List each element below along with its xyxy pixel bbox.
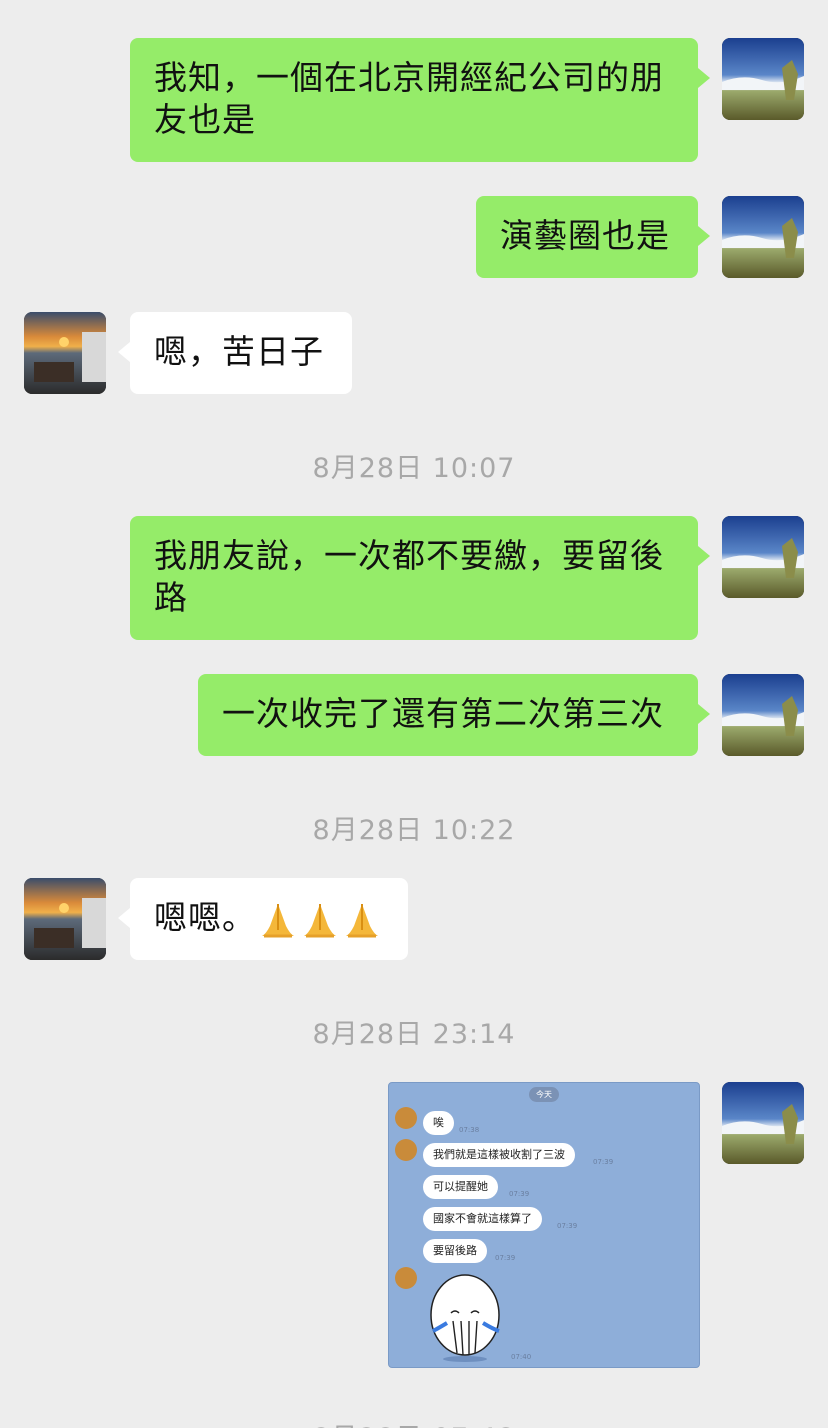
bubble-tail [118,342,130,362]
avatar-self[interactable] [722,516,804,598]
chat-message: 國家不會就這樣算了 [423,1207,542,1231]
contact-avatar [395,1107,417,1129]
folded-hands-emoji [262,903,294,937]
message-text: 演藝圈也是 [500,216,670,255]
message-bubble-other[interactable]: 嗯，苦日子 [118,312,352,394]
message-text: 嗯，苦日子 [154,332,324,371]
message-bubble-self[interactable]: 演藝圈也是 [476,196,710,278]
message-text: 一次收完了還有第二次第三次 [222,694,664,733]
message-time: 07:39 [495,1254,516,1262]
avatar-self[interactable] [722,1082,804,1164]
message-text: 友也是 [154,100,256,139]
crying-sticker [430,1274,500,1362]
day-label: 今天 [529,1087,559,1102]
avatar-self[interactable] [722,674,804,756]
bubble-tail [118,908,130,928]
message-time: 07:39 [557,1222,578,1230]
message-text: 我知，一個在北京開經紀公司的朋 [154,58,664,97]
chat-message: 要留後路 [423,1239,487,1263]
message-time: 07:39 [593,1158,614,1166]
message-text: 嗯嗯。 [154,898,256,937]
message-bubble-self[interactable]: 我知，一個在北京開經紀公司的朋 友也是 [130,38,710,162]
bubble-tail [698,546,710,566]
image-message[interactable]: 今天 唉 07:38 我們就是這樣被收割了三波 07:39 可以提醒她 07:3… [388,1082,700,1368]
bubble-tail [698,704,710,724]
message-bubble-self[interactable]: 我朋友說，一次都不要繳，要留後 路 [130,516,710,640]
chat-message: 我們就是這樣被收割了三波 [423,1143,575,1167]
avatar-self[interactable] [722,38,804,120]
folded-hands-emoji [346,903,378,937]
chat-message: 可以提醒她 [423,1175,498,1199]
timestamp: 8月28日 10:07 [312,453,516,484]
timestamp: 8月28日 23:14 [312,1019,516,1050]
message-bubble-self[interactable]: 一次收完了還有第二次第三次 [198,674,710,756]
avatar-other[interactable] [24,312,106,394]
message-time: 07:38 [459,1126,480,1134]
chat-message: 唉 [423,1111,454,1135]
message-bubble-other[interactable]: 嗯嗯。 [118,878,408,960]
contact-avatar [395,1139,417,1161]
bubble-tail [698,226,710,246]
avatar-self[interactable] [722,196,804,278]
message-time: 07:39 [509,1190,530,1198]
message-text: 我朋友說，一次都不要繳，要留後 [154,536,664,575]
timestamp: 8月28日 10:22 [312,815,516,846]
message-text: 路 [154,578,188,617]
bubble-tail [698,68,710,88]
avatar-other[interactable] [24,878,106,960]
timestamp: 8月28日 07:48 [0,1416,828,1428]
folded-hands-emoji [304,903,336,937]
message-time: 07:40 [511,1353,532,1361]
contact-avatar [395,1267,417,1289]
